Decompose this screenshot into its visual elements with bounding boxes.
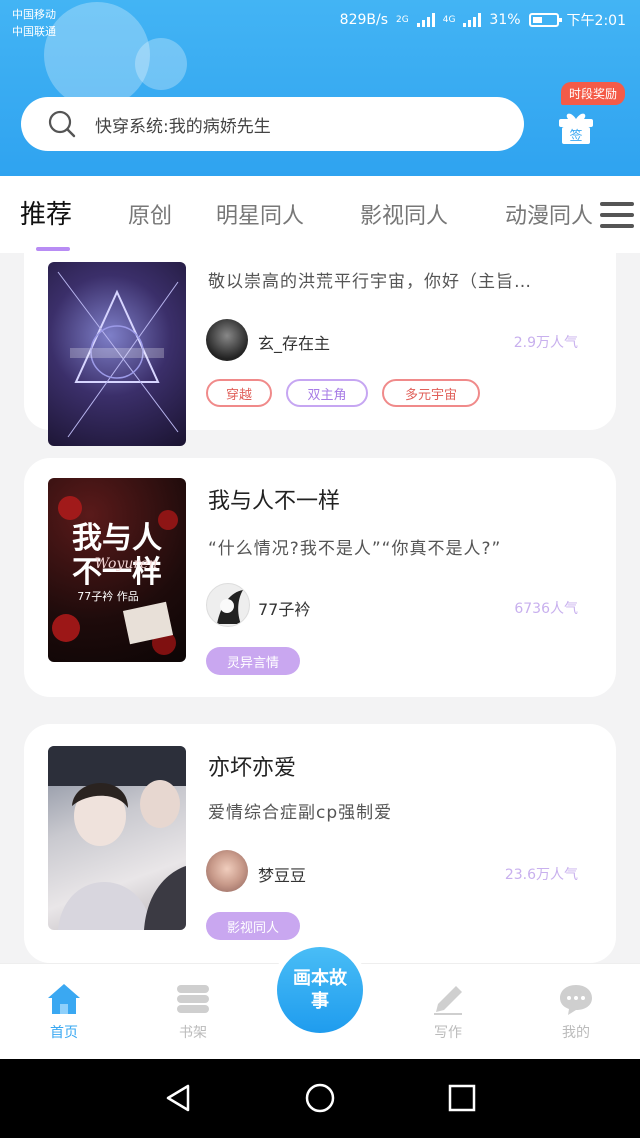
- tab-recommend[interactable]: 推荐: [20, 194, 72, 231]
- author-name: 玄_存在主: [258, 334, 331, 353]
- carrier-2: 中国联通: [12, 25, 56, 38]
- signal-icon: [416, 13, 435, 27]
- tag[interactable]: 双主角: [286, 379, 368, 407]
- header: 中国移动 中国联通 829B/s 2G 4G 31% 下午2:01 快穿系统:我…: [0, 0, 640, 176]
- search-icon: [48, 110, 76, 138]
- checkin-label: 签: [569, 128, 582, 144]
- tag[interactable]: 灵异言情: [206, 647, 300, 675]
- book-desc: 敬以崇高的洪荒平行宇宙，你好（主旨…: [208, 272, 532, 292]
- cover-author: 77子衿 作品: [77, 589, 139, 603]
- signal-2g-label: 2G: [396, 15, 409, 25]
- system-nav-bar: [0, 1059, 640, 1138]
- popularity-count: 2.9万人气: [513, 335, 578, 351]
- author-avatar: [206, 583, 250, 627]
- status-indicators: 829B/s 2G 4G 31% 下午2:01: [340, 10, 626, 30]
- menu-icon[interactable]: [600, 200, 634, 232]
- svg-text:我与人: 我与人: [72, 521, 162, 556]
- category-tabs: 推荐 原创 明星同人 影视同人 动漫同人: [0, 176, 640, 253]
- search-bar[interactable]: 快穿系统:我的病娇先生: [21, 97, 524, 151]
- book-desc: “什么情况?我不是人”“你真不是人?”: [208, 539, 502, 559]
- nav-mine[interactable]: 我的: [536, 982, 616, 1042]
- battery-icon: [528, 13, 562, 27]
- book-card[interactable]: 我与人 不一样 Woyuren 77子衿 作品 我与人不一样 “什么情况?我不是…: [24, 458, 616, 697]
- cover-art: 我与人 不一样 Woyuren 77子衿 作品: [52, 496, 178, 655]
- book-title[interactable]: 亦坏亦爱: [208, 750, 296, 782]
- tab-film-fanfic[interactable]: 影视同人: [360, 198, 448, 230]
- tab-original[interactable]: 原创: [128, 198, 172, 230]
- reward-badge[interactable]: 时段奖励: [561, 82, 626, 105]
- bookshelf-icon: [177, 985, 209, 1013]
- nav-bookshelf[interactable]: 书架: [153, 982, 233, 1042]
- cover-art: [57, 271, 179, 438]
- book-cover: 我与人 不一样 Woyuren 77子衿 作品: [48, 478, 186, 662]
- pencil-icon: [434, 986, 462, 1015]
- back-icon[interactable]: [164, 1083, 194, 1113]
- signal-4g-label: 4G: [442, 15, 456, 25]
- status-carriers: 中国移动 中国联通: [12, 6, 56, 40]
- book-title[interactable]: 我与人不一样: [208, 483, 340, 515]
- tab-active-indicator: [36, 247, 70, 251]
- net-speed: 829B/s: [339, 12, 389, 28]
- home-icon: [48, 984, 80, 1014]
- nav-mine-label: 我的: [562, 1025, 590, 1041]
- popularity-count: 6736人气: [514, 601, 578, 617]
- decor-bubble: [135, 38, 187, 90]
- battery-percent: 31%: [489, 12, 521, 28]
- book-cover: [48, 262, 186, 446]
- author-avatar: [206, 319, 248, 361]
- carrier-1: 中国移动: [12, 8, 56, 21]
- chat-bubble-icon: [560, 985, 592, 1015]
- tab-anime-fanfic[interactable]: 动漫同人: [505, 198, 593, 230]
- tab-celebrity-fanfic[interactable]: 明星同人: [216, 198, 304, 230]
- author-name: 77子衿: [258, 600, 311, 619]
- home-circle-icon[interactable]: [305, 1083, 335, 1113]
- picture-story-button[interactable]: 画本故事: [277, 947, 363, 1033]
- tag[interactable]: 穿越: [206, 379, 272, 407]
- book-desc: 爱情综合症副cp强制爱: [208, 803, 393, 823]
- cover-subtitle: Woyuren: [95, 556, 158, 572]
- signal-icon: [463, 13, 482, 27]
- author-avatar: [206, 850, 248, 892]
- book-cover: [48, 746, 186, 930]
- bottom-nav: 首页 书架 画本故事 写作 我的: [0, 947, 640, 1060]
- nav-write-label: 写作: [434, 1025, 462, 1041]
- cover-art: [48, 746, 186, 930]
- recents-icon[interactable]: [448, 1084, 476, 1112]
- decor-bubble: [44, 2, 150, 108]
- checkin-gift-icon[interactable]: 签: [556, 106, 596, 146]
- nav-home-label: 首页: [50, 1025, 78, 1041]
- clock: 下午2:01: [566, 13, 626, 29]
- book-card[interactable]: 敬以崇高的洪荒平行宇宙，你好（主旨… 玄_存在主 2.9万人气 穿越 双主角 多…: [24, 253, 616, 446]
- tag[interactable]: 影视同人: [206, 912, 300, 940]
- nav-bookshelf-label: 书架: [179, 1025, 207, 1041]
- author-name: 梦豆豆: [258, 866, 307, 885]
- book-feed: 敬以崇高的洪荒平行宇宙，你好（主旨… 玄_存在主 2.9万人气 穿越 双主角 多…: [0, 253, 640, 963]
- tag[interactable]: 多元宇宙: [382, 379, 480, 407]
- book-card[interactable]: 亦坏亦爱 爱情综合症副cp强制爱 梦豆豆 23.6万人气 影视同人: [24, 724, 616, 963]
- popularity-count: 23.6万人气: [504, 867, 578, 883]
- search-placeholder: 快穿系统:我的病娇先生: [95, 116, 271, 137]
- nav-home[interactable]: 首页: [24, 982, 104, 1042]
- nav-write[interactable]: 写作: [408, 982, 488, 1042]
